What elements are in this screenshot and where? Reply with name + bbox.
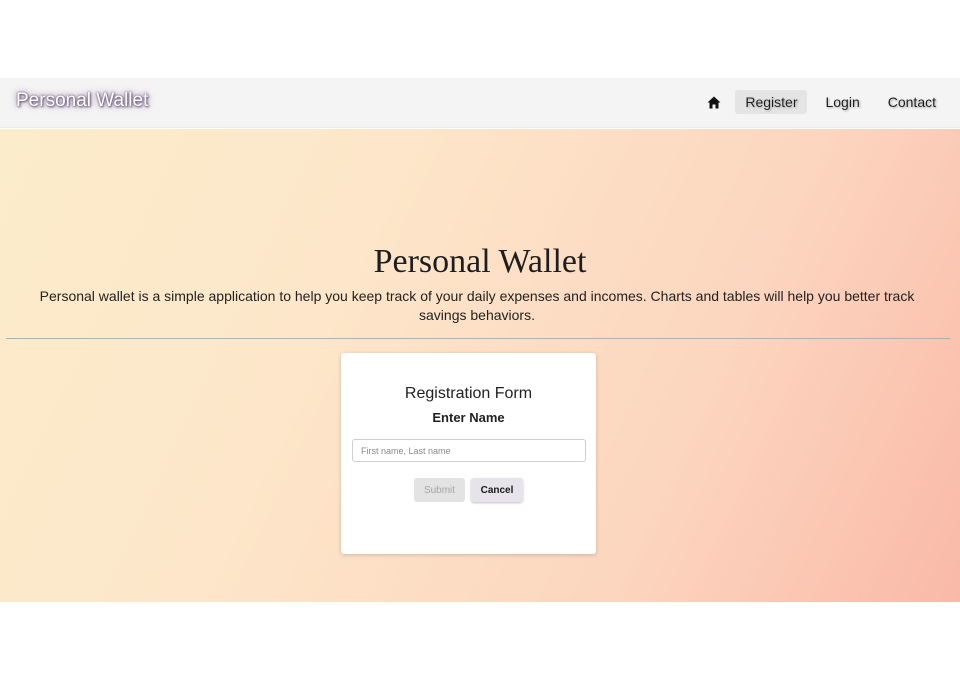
hero-section: Personal Wallet Personal wallet is a sim… [0, 129, 960, 602]
registration-card: Registration Form Enter Name Submit Canc… [341, 353, 596, 554]
brand-title[interactable]: Personal Wallet [16, 90, 148, 112]
nav-links: Register Login Contact [701, 89, 946, 115]
form-subtitle: Enter Name [432, 410, 505, 425]
page-title: Personal Wallet [373, 243, 587, 280]
nav-link-register[interactable]: Register [735, 90, 808, 114]
name-input[interactable] [352, 439, 586, 462]
cancel-button[interactable]: Cancel [471, 478, 523, 502]
form-buttons: Submit Cancel [341, 478, 596, 502]
home-icon [707, 96, 721, 108]
page: Personal Wallet Register Login Contact P… [0, 0, 960, 680]
nav-link-login[interactable]: Login [815, 90, 869, 114]
top-navbar: Personal Wallet Register Login Contact [0, 78, 960, 128]
form-title: Registration Form [404, 385, 533, 402]
nav-link-contact[interactable]: Contact [878, 90, 946, 114]
divider [6, 338, 950, 339]
page-description: Personal wallet is a simple application … [39, 288, 915, 323]
home-button[interactable] [701, 89, 727, 115]
submit-button[interactable]: Submit [414, 478, 465, 502]
